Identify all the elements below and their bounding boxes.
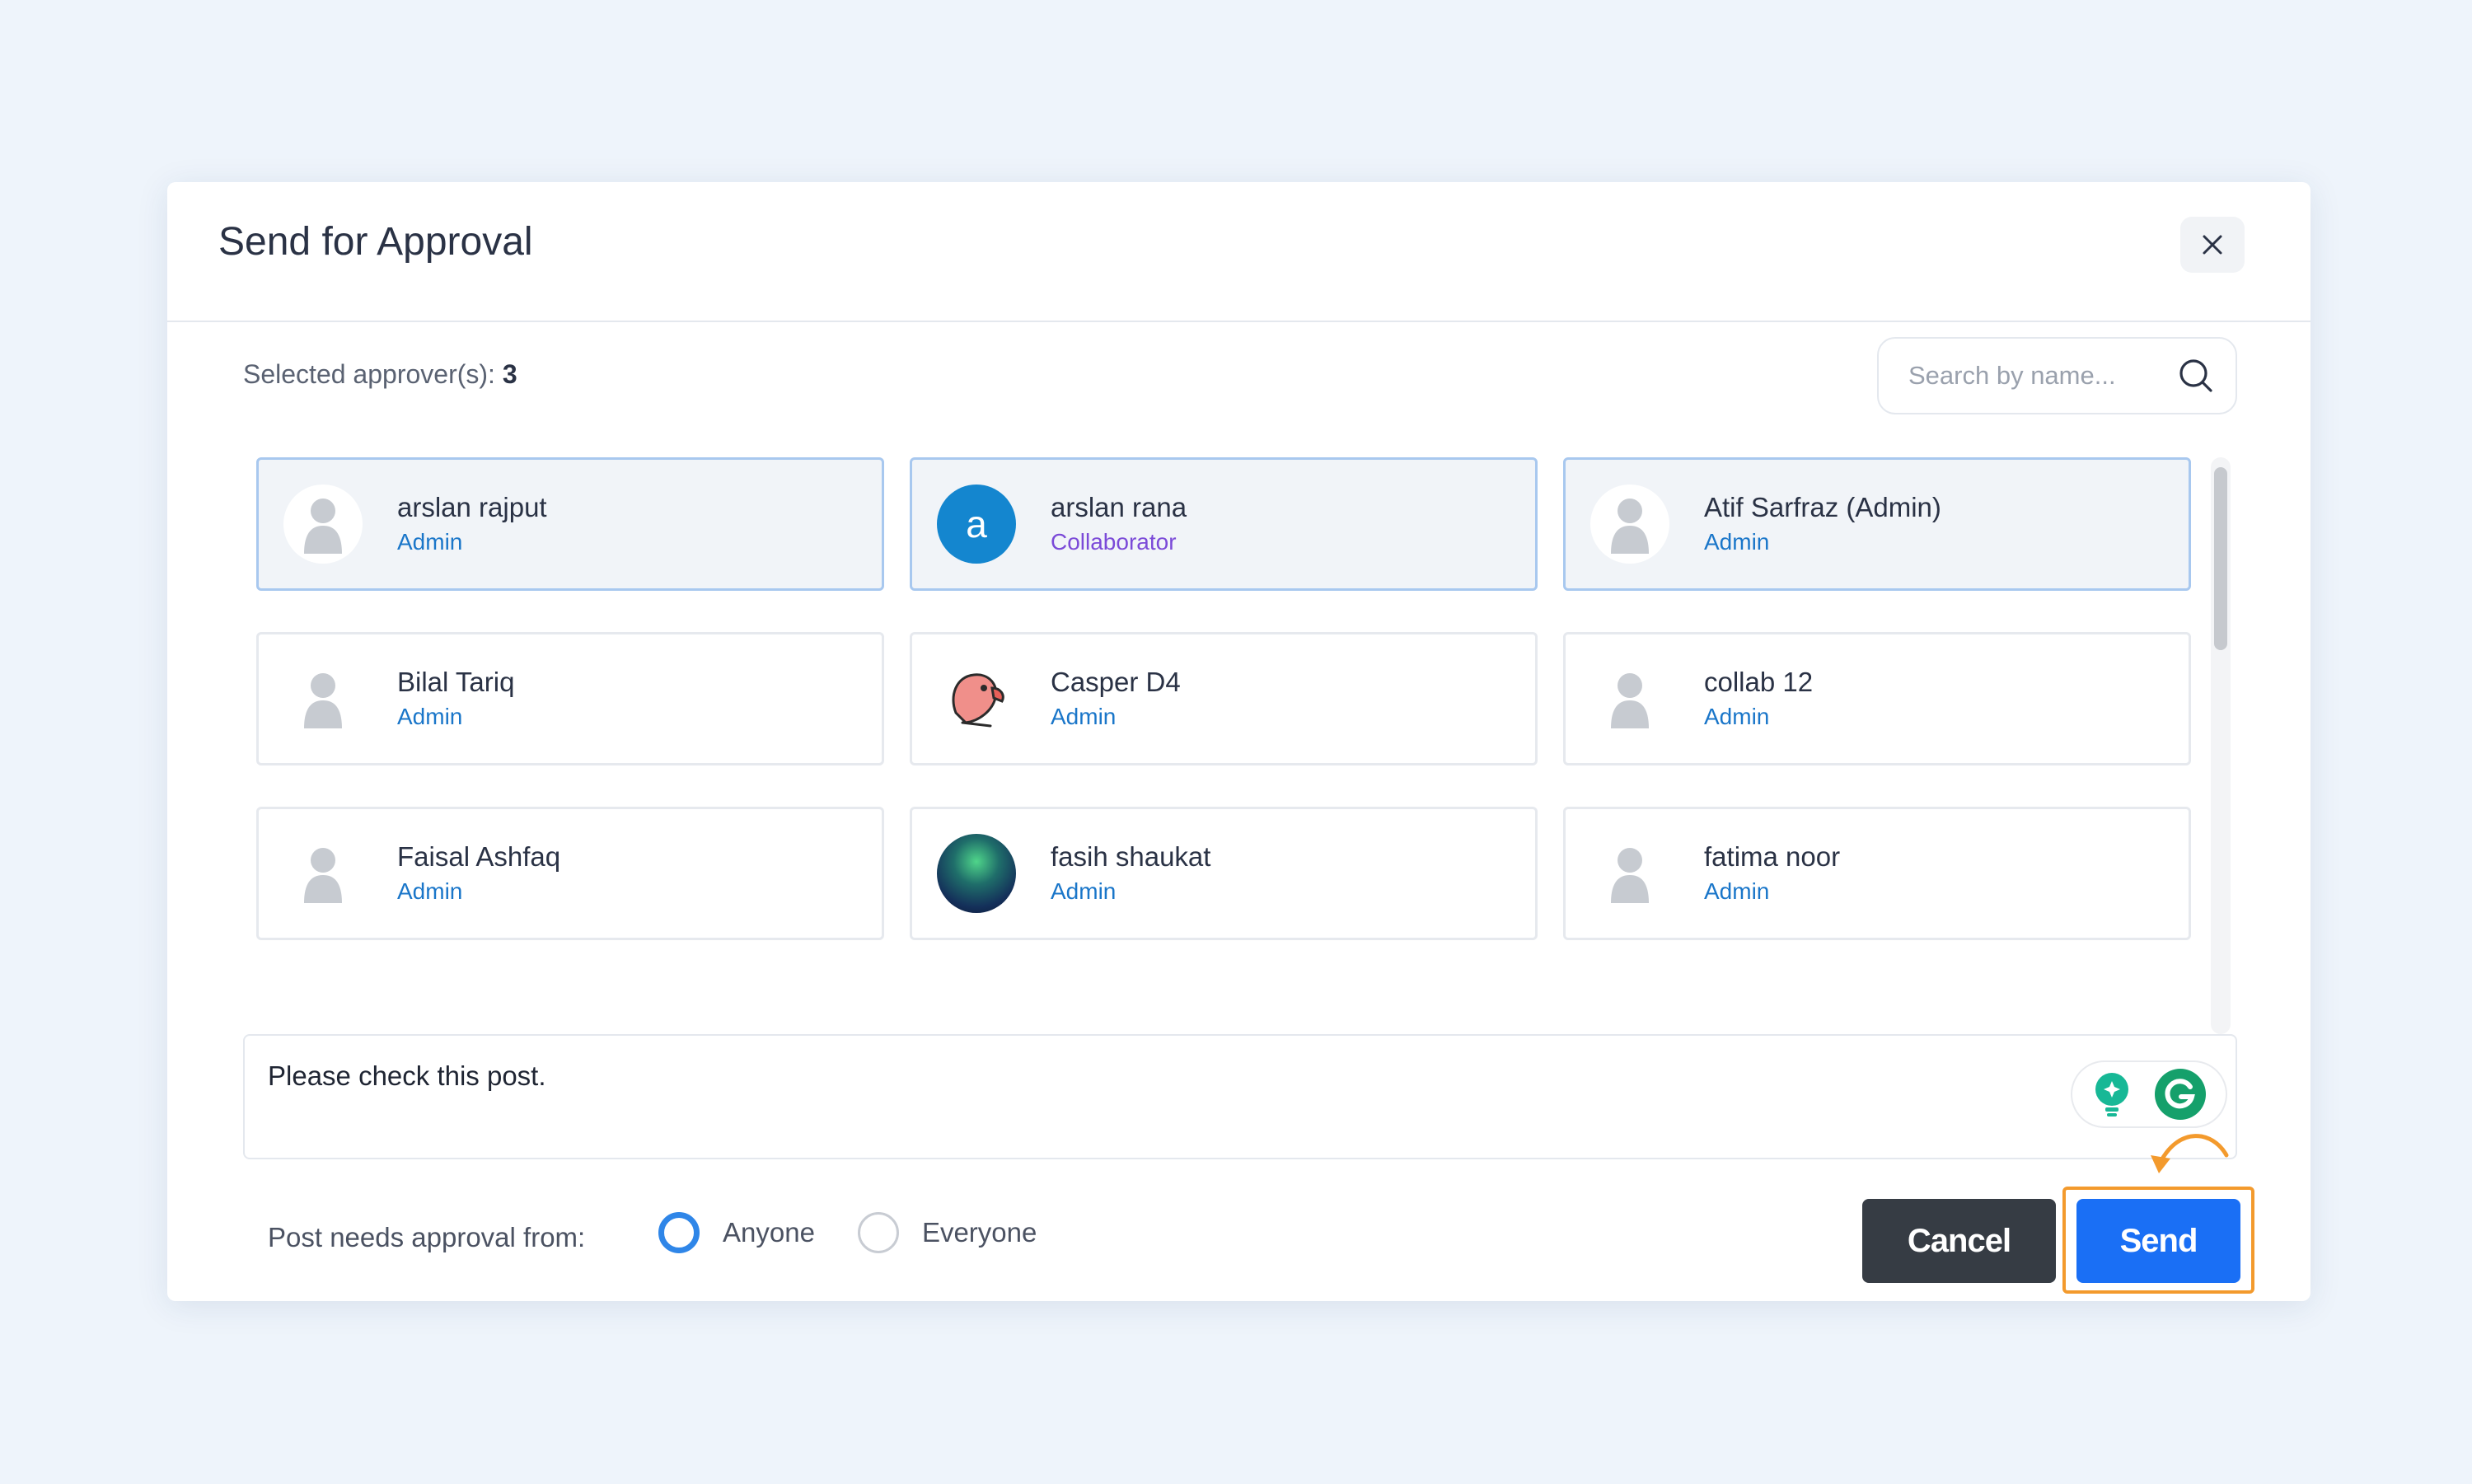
avatar [283, 834, 363, 913]
list-scrollbar-thumb[interactable] [2214, 467, 2227, 650]
selected-approvers-number: 3 [502, 359, 517, 389]
approver-name: Casper D4 [1051, 667, 1181, 698]
approver-role: Collaborator [1051, 529, 1177, 555]
approver-name: Faisal Ashfaq [397, 841, 561, 873]
radio-everyone[interactable]: Everyone [857, 1212, 1037, 1253]
approver-card[interactable]: Atif Sarfraz (Admin) Admin [1563, 457, 2191, 591]
default-user-icon [1611, 673, 1649, 728]
radio-anyone-circle[interactable] [658, 1212, 700, 1253]
approver-info: Atif Sarfraz (Admin) Admin [1704, 490, 1941, 558]
approver-card[interactable]: fatima noor Admin [1563, 807, 2191, 940]
avatar [283, 659, 363, 738]
cancel-button[interactable]: Cancel [1862, 1199, 2056, 1283]
avatar [283, 485, 363, 564]
approver-role: Admin [1704, 878, 1770, 905]
approver-role: Admin [1051, 704, 1117, 730]
default-user-icon [304, 673, 342, 728]
approver-info: Faisal Ashfaq Admin [397, 840, 560, 907]
approver-card[interactable]: Casper D4 Admin [910, 632, 1538, 765]
search-box[interactable] [1877, 337, 2237, 414]
approver-card[interactable]: Faisal Ashfaq Admin [256, 807, 884, 940]
avatar [937, 659, 1016, 738]
radio-everyone-label[interactable]: Everyone [922, 1217, 1037, 1248]
approver-info: arslan rajput Admin [397, 490, 547, 558]
approver-card[interactable]: arslan rajput Admin [256, 457, 884, 591]
curved-arrow-icon [2151, 1134, 2229, 1173]
default-user-icon [1611, 499, 1649, 554]
selected-approvers-count: Selected approver(s): 3 [243, 358, 517, 390]
close-button[interactable] [2180, 217, 2245, 273]
avatar [1590, 485, 1669, 564]
selected-approvers-label: Selected approver(s): [243, 359, 495, 389]
search-input[interactable] [1908, 361, 2178, 391]
approver-role: Admin [1704, 704, 1770, 730]
approver-info: arslan rana Collaborator [1051, 490, 1187, 558]
grammarly-icon[interactable] [2153, 1067, 2207, 1121]
approver-name: fatima noor [1704, 841, 1841, 873]
modal-title: Send for Approval [218, 220, 533, 264]
approver-list: arslan rajput Admin a arslan rana Collaborat… [256, 457, 2227, 1034]
approver-role: Admin [1704, 529, 1770, 555]
approver-name: Bilal Tariq [397, 667, 515, 698]
parrot-icon [952, 673, 1004, 728]
approver-role: Admin [397, 529, 463, 555]
modal-header: Send for Approval [167, 182, 2310, 322]
grammarly-widget[interactable] [2071, 1060, 2227, 1128]
avatar [937, 834, 1016, 913]
approver-info: fasih shaukat Admin [1051, 840, 1210, 907]
search-icon[interactable] [2178, 358, 2214, 394]
approver-name: arslan rajput [397, 492, 547, 523]
approver-role: Admin [397, 704, 463, 730]
approver-name: fasih shaukat [1051, 841, 1211, 873]
approver-grid: arslan rajput Admin a arslan rana Collaborat… [256, 457, 2191, 940]
approver-card[interactable]: collab 12 Admin [1563, 632, 2191, 765]
message-field[interactable]: Please check this post. [243, 1034, 2237, 1159]
approver-name: arslan rana [1051, 492, 1187, 523]
send-button[interactable]: Send [2076, 1199, 2240, 1283]
close-icon [2203, 235, 2222, 255]
send-for-approval-modal: Send for Approval Selected approver(s): … [167, 182, 2310, 1301]
approver-card[interactable]: a arslan rana Collaborator [910, 457, 1538, 591]
default-user-icon [1611, 848, 1649, 903]
approver-info: collab 12 Admin [1704, 665, 1813, 733]
lightbulb-icon[interactable] [2090, 1070, 2133, 1119]
default-user-icon [304, 848, 342, 903]
approver-name: Atif Sarfraz (Admin) [1704, 492, 1941, 523]
default-user-icon [304, 499, 342, 554]
approver-card[interactable]: fasih shaukat Admin [910, 807, 1538, 940]
message-text[interactable]: Please check this post. [268, 1060, 546, 1092]
approval-mode-label: Post needs approval from: [268, 1222, 586, 1252]
avatar [1590, 659, 1669, 738]
approver-info: fatima noor Admin [1704, 840, 1840, 907]
approval-mode-group: Anyone Everyone [658, 1212, 1079, 1253]
radio-anyone-label[interactable]: Anyone [723, 1217, 815, 1248]
approver-card[interactable]: Bilal Tariq Admin [256, 632, 884, 765]
avatar: a [937, 485, 1016, 564]
approver-name: collab 12 [1704, 667, 1814, 698]
approver-info: Casper D4 Admin [1051, 665, 1181, 733]
avatar [1590, 834, 1669, 913]
approver-info: Bilal Tariq Admin [397, 665, 514, 733]
avatar-letter: a [966, 503, 987, 545]
radio-everyone-circle[interactable] [857, 1212, 899, 1253]
radio-anyone[interactable]: Anyone [658, 1212, 815, 1253]
approver-role: Admin [1051, 878, 1117, 905]
approver-role: Admin [397, 878, 463, 905]
